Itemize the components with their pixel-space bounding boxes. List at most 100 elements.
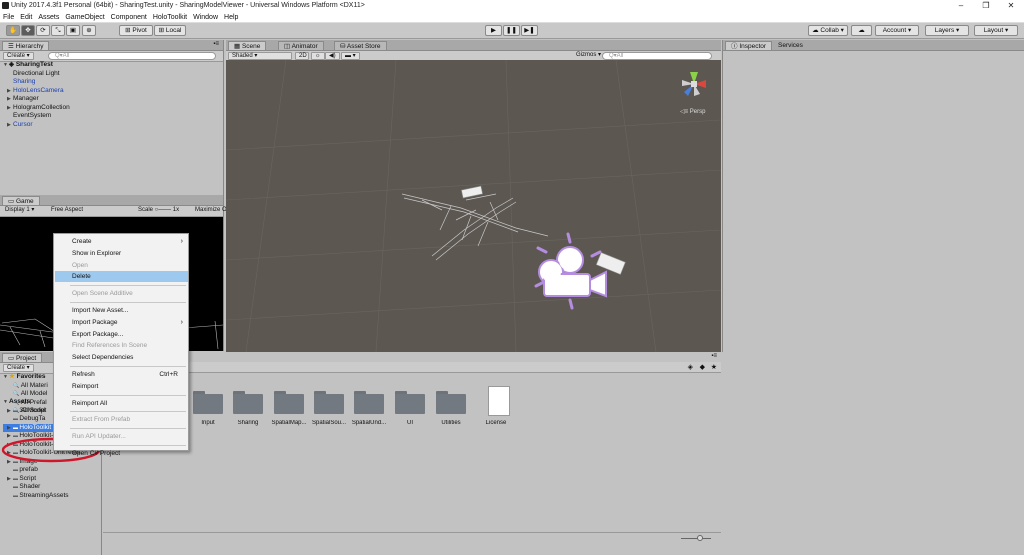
hierarchy-create-dropdown[interactable]: Create ▾ (3, 52, 34, 60)
menu-file[interactable]: File (0, 12, 17, 23)
hierarchy-item-label: Manager (13, 95, 39, 102)
menu-help[interactable]: Help (221, 12, 241, 23)
favorite-search-icon[interactable]: ★ (711, 363, 717, 371)
menu-item-select-dependencies[interactable]: Select Dependencies (55, 352, 188, 363)
tab-animator[interactable]: ◫ Animator (278, 41, 324, 50)
pause-button[interactable]: ❚❚ (503, 25, 520, 36)
menu-assets[interactable]: Assets (35, 12, 62, 23)
asset-folder[interactable]: SpatialSou... (307, 388, 351, 438)
menu-item-import-new-asset[interactable]: Import New Asset... (55, 305, 188, 316)
orientation-gizmo[interactable] (676, 64, 716, 104)
account-dropdown[interactable]: Account ▾ (875, 25, 919, 36)
pivot-toggle[interactable]: ⊞ Pivot (119, 25, 153, 36)
hierarchy-search-input[interactable]: Q▾All (48, 52, 216, 60)
title-bar: Unity 2017.4.3f1 Personal (64bit) - Shar… (0, 0, 1024, 12)
project-footer (103, 532, 721, 544)
menu-window[interactable]: Window (190, 12, 221, 23)
rect-tool-button[interactable]: ▣ (66, 25, 80, 36)
tab-inspector[interactable]: ⓘ Inspector (725, 41, 773, 50)
rotate-tool-button[interactable]: ⟳ (36, 25, 50, 36)
tab-game[interactable]: ▭ Game (2, 196, 40, 205)
project-content-tabbar: ▪≡ (103, 352, 721, 362)
zoom-slider-thumb[interactable] (697, 535, 703, 541)
shading-mode-dropdown[interactable]: Shaded ▾ (228, 52, 292, 60)
display-dropdown[interactable]: Display 1 ▾ (2, 207, 37, 215)
hierarchy-item[interactable]: ▶ HoloLensCamera (3, 87, 70, 96)
asset-folder[interactable]: UI (388, 388, 432, 438)
gizmos-dropdown[interactable]: Gizmos ▾ (573, 52, 604, 60)
menu-item-reimport-all[interactable]: Reimport All (55, 398, 188, 409)
tab-asset-store[interactable]: ⛁ Asset Store (334, 41, 387, 50)
asset-folder[interactable]: Sharing (226, 388, 270, 438)
persp-label[interactable]: ◁≡ Persp (680, 108, 705, 115)
tab-services[interactable]: Services (773, 41, 808, 50)
animator-tab-label: Animator (291, 43, 318, 50)
scale-slider[interactable]: Scale ○─── 1x (135, 207, 182, 215)
lighting-toggle-icon[interactable]: ☼ (311, 52, 325, 60)
panel-menu-icon[interactable]: ▪≡ (711, 353, 717, 359)
hierarchy-item[interactable]: Directional Light (3, 70, 70, 79)
filter-by-type-icon[interactable]: ◈ (688, 363, 693, 371)
menu-holotoolkit[interactable]: HoloToolkit (150, 12, 190, 23)
local-label: Local (165, 27, 182, 34)
transform-tool-button[interactable]: ⊕ (82, 25, 96, 36)
maximize-button[interactable]: ❐ (979, 1, 993, 11)
close-button[interactable]: ✕ (1004, 1, 1018, 11)
tab-hierarchy[interactable]: ☰ Hierarchy (2, 41, 50, 50)
asset-folder[interactable]: SpatialUnd... (347, 388, 391, 438)
asset-folder-item[interactable]: ▬ prefab (3, 466, 82, 475)
menu-item-refresh[interactable]: Refresh Ctrl+R (55, 369, 188, 380)
asset-file[interactable]: License (474, 386, 518, 438)
asset-folder-item[interactable]: ▬ StreamingAssets (3, 492, 82, 501)
asset-folder[interactable]: Input (186, 388, 230, 438)
collab-dropdown[interactable]: ☁ Collab ▾ (808, 25, 848, 36)
unity-scene-icon: ◈ (9, 61, 16, 68)
menu-edit[interactable]: Edit (17, 12, 35, 23)
hierarchy-item[interactable]: EventSystem (3, 112, 70, 121)
scene-search-input[interactable]: Q▾All (602, 52, 712, 60)
menu-component[interactable]: Component (108, 12, 150, 23)
aspect-dropdown[interactable]: Free Aspect (48, 207, 134, 215)
panel-menu-icon[interactable]: ▪≡ (213, 41, 219, 47)
asset-store-icon: ⛁ (340, 43, 347, 50)
hierarchy-item[interactable]: ▶ Cursor (3, 121, 70, 130)
step-button[interactable]: ▶❚ (521, 25, 538, 36)
asset-folder-label: 3DModel (19, 406, 46, 414)
asset-folder-item[interactable]: ▬ Shader (3, 483, 82, 492)
menu-item-open-c-project[interactable]: Open C# Project (55, 448, 188, 459)
scale-tool-button[interactable]: ⤡ (51, 25, 65, 36)
menu-item-delete[interactable]: Delete (55, 271, 188, 283)
scene-viewport[interactable]: ◁≡ Persp (225, 59, 722, 353)
hierarchy-item[interactable]: Sharing (3, 78, 70, 87)
hand-tool-button[interactable]: ✋ (6, 25, 20, 36)
hierarchy-item[interactable]: ▶ Manager (3, 95, 70, 104)
layers-dropdown[interactable]: Layers ▾ (925, 25, 969, 36)
move-tool-button[interactable]: ✥ (21, 25, 35, 36)
mode-2d-toggle[interactable]: 2D (295, 52, 309, 60)
menu-item-create[interactable]: Create › (55, 236, 188, 247)
project-create-dropdown[interactable]: Create ▾ (3, 364, 34, 372)
hierarchy-item[interactable]: ▶ HologramCollection (3, 104, 70, 113)
tab-project[interactable]: ▭ Project (2, 353, 43, 362)
menu-item-import-package[interactable]: Import Package › (55, 317, 188, 328)
audio-toggle-icon[interactable]: ◀) (325, 52, 340, 60)
menu-item-find-references-in-scene: Find References In Scene (55, 340, 188, 351)
cloud-services-button[interactable]: ☁ (851, 25, 872, 36)
local-toggle[interactable]: ⊞ Local (154, 25, 186, 36)
asset-folder[interactable]: Utilities (429, 388, 473, 438)
asset-folder[interactable]: SpatialMap... (267, 388, 311, 438)
play-button[interactable]: ▶ (485, 25, 502, 36)
layout-dropdown[interactable]: Layout ▾ (974, 25, 1018, 36)
maximize-on-play-toggle[interactable]: Maximize O (192, 207, 230, 215)
menu-gameobject[interactable]: GameObject (62, 12, 107, 23)
minimize-button[interactable]: – (954, 1, 968, 11)
menu-item-show-in-explorer[interactable]: Show in Explorer (55, 248, 188, 259)
zoom-slider[interactable] (681, 538, 711, 539)
menu-item-export-package[interactable]: Export Package... (55, 329, 188, 340)
effects-dropdown-icon[interactable]: ▬ ▾ (341, 52, 360, 60)
filter-by-label-icon[interactable]: ◆ (700, 363, 705, 371)
menu-item-reimport[interactable]: Reimport (55, 381, 188, 392)
asset-folder-item[interactable]: ▶ ▬ Script (3, 475, 82, 484)
tab-scene[interactable]: ▦ Scene (228, 41, 267, 50)
scene-root[interactable]: ▼◈ SharingTest (3, 61, 70, 70)
